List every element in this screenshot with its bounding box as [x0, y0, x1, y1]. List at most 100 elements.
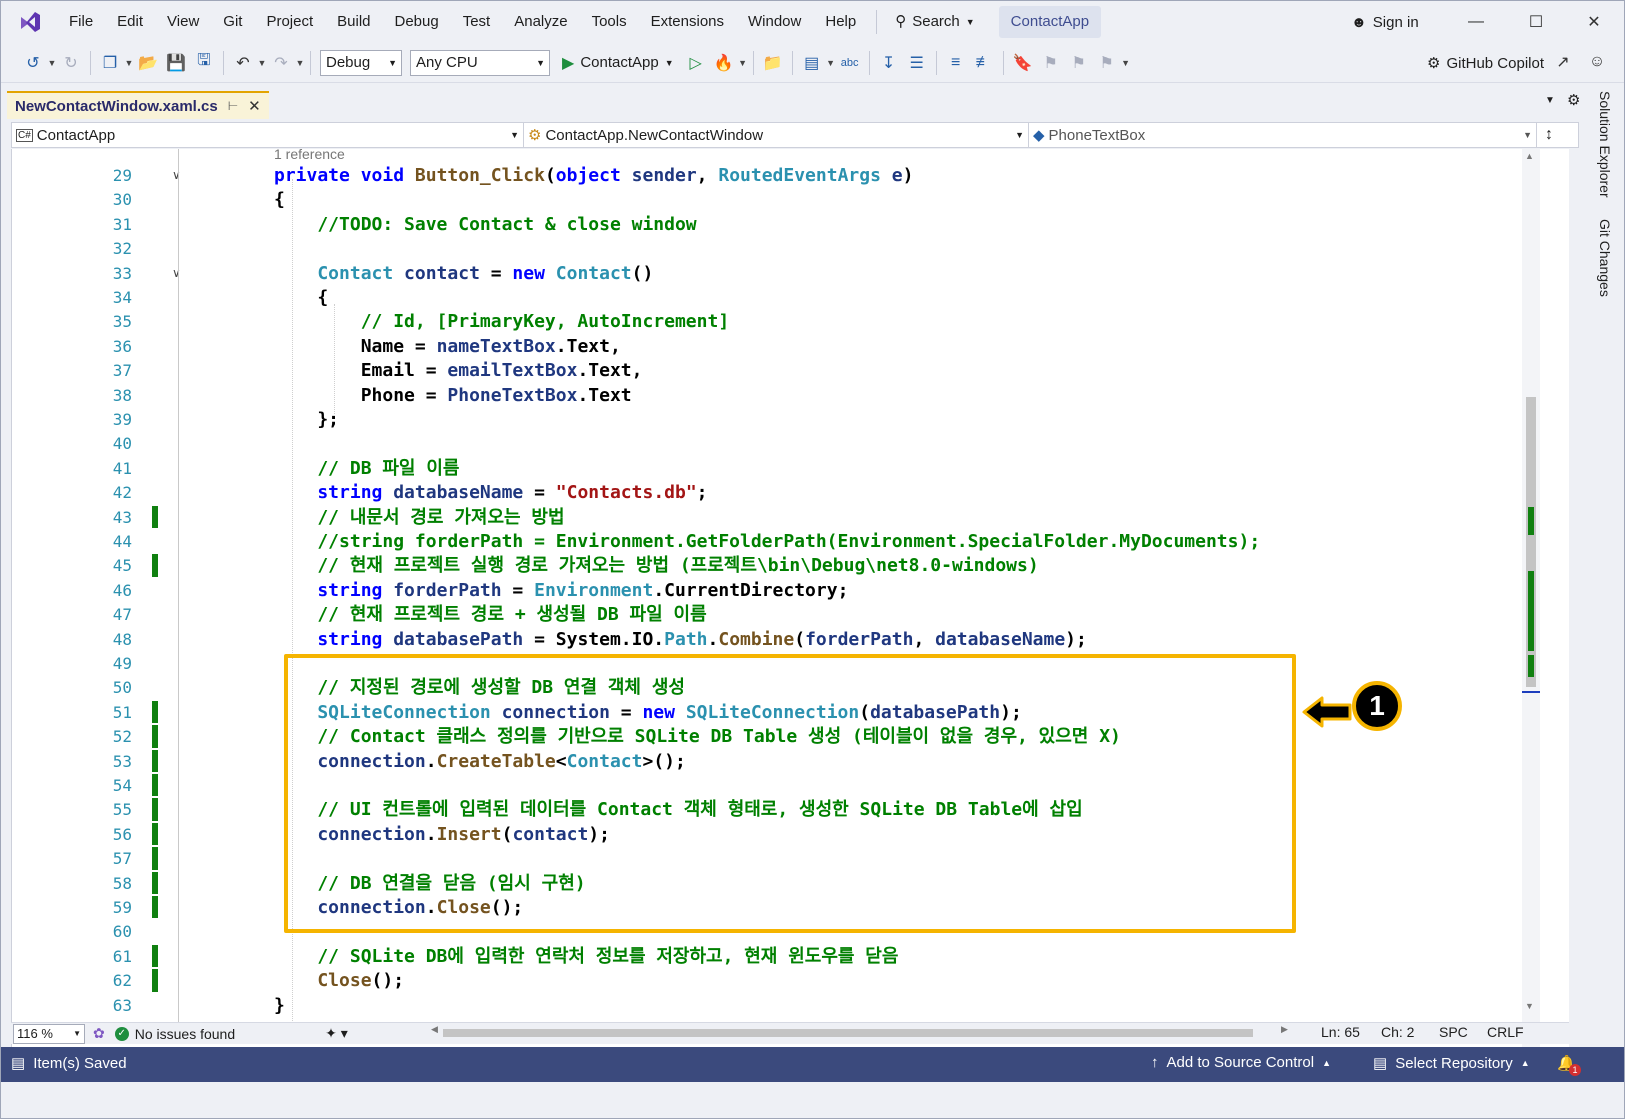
bookmark-icon[interactable]: 🔖 — [1010, 50, 1036, 76]
horizontal-scrollbar[interactable]: ◀ ▶ — [431, 1024, 1291, 1040]
next-bookmark-icon[interactable]: ⚑ — [1066, 50, 1092, 76]
whitespace-indicator[interactable]: SPC — [1439, 1024, 1468, 1040]
code-line[interactable]: } — [274, 993, 285, 1018]
menu-extensions[interactable]: Extensions — [639, 7, 736, 37]
feedback-icon[interactable]: ☺ — [1583, 49, 1611, 75]
code-line[interactable]: string forderPath = Environment.CurrentD… — [274, 578, 848, 603]
uncomment-icon[interactable]: ≢ — [971, 50, 997, 76]
folder-view-icon[interactable]: 📁 — [760, 50, 786, 76]
code-line[interactable]: Close(); — [274, 968, 404, 993]
chevron-down-icon[interactable]: ▼ — [295, 58, 305, 68]
menu-debug[interactable]: Debug — [383, 7, 451, 37]
code-line[interactable]: string databaseName = "Contacts.db"; — [274, 480, 707, 505]
code-line[interactable]: // 현재 프로젝트 실행 경로 가져오는 방법 (프로젝트\bin\Debug… — [274, 553, 1038, 578]
class-dropdown[interactable]: ⚙ ContactApp.NewContactWindow ▼ — [524, 123, 1029, 147]
save-all-icon[interactable]: 🖫 — [191, 50, 217, 76]
scroll-left-icon[interactable]: ◀ — [431, 1024, 438, 1035]
tab-newcontactwindow-cs[interactable]: NewContactWindow.xaml.cs ⊢ ✕ — [7, 91, 269, 119]
chevron-down-icon[interactable]: ▼ — [124, 58, 134, 68]
chevron-down-icon[interactable]: ▼ — [257, 58, 267, 68]
code-line[interactable]: // DB 파일 이름 — [274, 456, 459, 481]
show-threads-icon[interactable]: ☰ — [904, 50, 930, 76]
menu-edit[interactable]: Edit — [105, 7, 155, 37]
member-dropdown[interactable]: ◆ PhoneTextBox ▼ — [1029, 123, 1537, 147]
menu-view[interactable]: View — [155, 7, 211, 37]
maximize-button[interactable]: ☐ — [1513, 7, 1559, 37]
spell-check-icon[interactable]: abc — [837, 50, 863, 76]
line-number-indicator[interactable]: Ln: 65 — [1321, 1024, 1360, 1040]
sign-in-button[interactable]: ☻ Sign in — [1351, 7, 1419, 37]
line-ending-indicator[interactable]: CRLF — [1487, 1024, 1524, 1040]
code-editor[interactable]: 29 30 31 32 33 34 35 36 37 38 39 40 41 42 43 44 45 46 47 48… — [11, 146, 1569, 1052]
code-line[interactable]: }; — [274, 407, 339, 432]
add-to-source-control-button[interactable]: ↑ Add to Source Control ▲ — [1151, 1054, 1331, 1071]
split-window-icon[interactable]: ↕ — [1537, 123, 1561, 147]
solution-configuration-dropdown[interactable]: Debug ▼ — [320, 49, 402, 76]
previous-bookmark-icon[interactable]: ⚑ — [1038, 50, 1064, 76]
undo-icon[interactable]: ↶ — [230, 50, 256, 76]
zoom-dropdown[interactable]: 116 % ▼ — [13, 1023, 85, 1044]
solution-explorer-tab[interactable]: Solution Explorer — [1597, 91, 1613, 198]
scroll-right-icon[interactable]: ▶ — [1281, 1024, 1288, 1035]
redo-icon[interactable]: ↷ — [268, 50, 294, 76]
chevron-down-icon[interactable]: ▼ — [826, 58, 836, 68]
comment-out-icon[interactable]: ≡ — [943, 50, 969, 76]
code-line[interactable]: Email = emailTextBox.Text, — [274, 358, 643, 383]
code-line[interactable]: // Id, [PrimaryKey, AutoIncrement] — [274, 309, 729, 334]
menu-project[interactable]: Project — [254, 7, 325, 37]
solution-name-badge[interactable]: ContactApp — [998, 6, 1102, 38]
vertical-scrollbar[interactable]: ▲ ▼ — [1522, 149, 1540, 1052]
window-layout-icon[interactable]: ▤ — [799, 50, 825, 76]
menu-window[interactable]: Window — [736, 7, 813, 37]
clear-bookmarks-icon[interactable]: ⚑ — [1094, 50, 1120, 76]
github-copilot-button[interactable]: ⚙ GitHub Copilot — [1427, 50, 1544, 76]
minimize-button[interactable]: — — [1453, 7, 1499, 37]
select-repository-button[interactable]: ▤ Select Repository ▲ — [1373, 1054, 1530, 1073]
code-line[interactable]: Phone = PhoneTextBox.Text — [274, 383, 632, 408]
collapse-chevron-icon[interactable]: ∨ — [172, 261, 181, 286]
share-icon[interactable]: ↗ — [1549, 49, 1577, 75]
tab-list-dropdown-icon[interactable]: ▼ — [1545, 95, 1555, 106]
code-line[interactable]: { — [274, 187, 285, 212]
navigate-forward-icon[interactable]: ↻ — [58, 50, 84, 76]
code-line[interactable]: // 현재 프로젝트 경로 + 생성될 DB 파일 이름 — [274, 602, 706, 627]
chevron-down-icon[interactable]: ▼ — [1121, 58, 1131, 68]
menu-tools[interactable]: Tools — [580, 7, 639, 37]
scroll-up-icon[interactable]: ▲ — [1525, 151, 1534, 161]
close-window-button[interactable]: ✕ — [1571, 7, 1617, 37]
navigate-back-icon[interactable]: ↺ — [20, 50, 46, 76]
hot-reload-icon[interactable]: 🔥 — [711, 50, 737, 76]
open-folder-icon[interactable]: 📂 — [135, 50, 161, 76]
search-button[interactable]: ⚲ Search ▼ — [885, 7, 984, 37]
menu-test[interactable]: Test — [451, 7, 503, 37]
start-debugging-button[interactable]: ▶ ContactApp ▼ — [554, 49, 682, 77]
solution-platform-dropdown[interactable]: Any CPU ▼ — [410, 49, 550, 76]
code-line[interactable]: Name = nameTextBox.Text, — [274, 334, 621, 359]
issues-label[interactable]: No issues found — [135, 1026, 235, 1042]
save-icon[interactable]: 💾 — [163, 50, 189, 76]
notifications-button[interactable]: 🔔 1 — [1557, 1054, 1581, 1076]
menu-build[interactable]: Build — [325, 7, 382, 37]
code-line[interactable]: // SQLite DB에 입력한 연락처 정보를 저장하고, 현재 윈도우를 … — [274, 944, 898, 969]
chevron-down-icon[interactable]: ▼ — [738, 58, 748, 68]
visual-studio-logo-icon[interactable] — [15, 7, 45, 37]
chevron-down-icon[interactable]: ▼ — [47, 58, 57, 68]
close-tab-icon[interactable]: ✕ — [248, 97, 261, 115]
code-line[interactable]: Contact contact = new Contact() — [274, 261, 653, 286]
menu-analyze[interactable]: Analyze — [502, 7, 579, 37]
code-line[interactable]: //TODO: Save Contact & close window — [274, 212, 696, 237]
code-cleanup-icon[interactable]: ✦ ▾ — [325, 1025, 348, 1042]
collapse-chevron-icon[interactable]: ∨ — [172, 163, 181, 188]
start-without-debugging-icon[interactable]: ▷ — [683, 50, 709, 76]
menu-git[interactable]: Git — [211, 7, 254, 37]
project-dropdown[interactable]: C# ContactApp ▼ — [12, 123, 524, 147]
code-line[interactable]: //string forderPath = Environment.GetFol… — [274, 529, 1260, 554]
intellicode-icon[interactable]: ✿ — [93, 1025, 105, 1042]
git-changes-tab[interactable]: Git Changes — [1597, 219, 1613, 297]
code-line[interactable]: string databasePath = System.IO.Path.Com… — [274, 627, 1087, 652]
code-line[interactable]: // 내문서 경로 가져오는 방법 — [274, 505, 564, 530]
code-line[interactable]: { — [274, 285, 328, 310]
menu-file[interactable]: File — [57, 7, 105, 37]
menu-help[interactable]: Help — [813, 7, 868, 37]
scroll-thumb[interactable] — [443, 1029, 1253, 1037]
